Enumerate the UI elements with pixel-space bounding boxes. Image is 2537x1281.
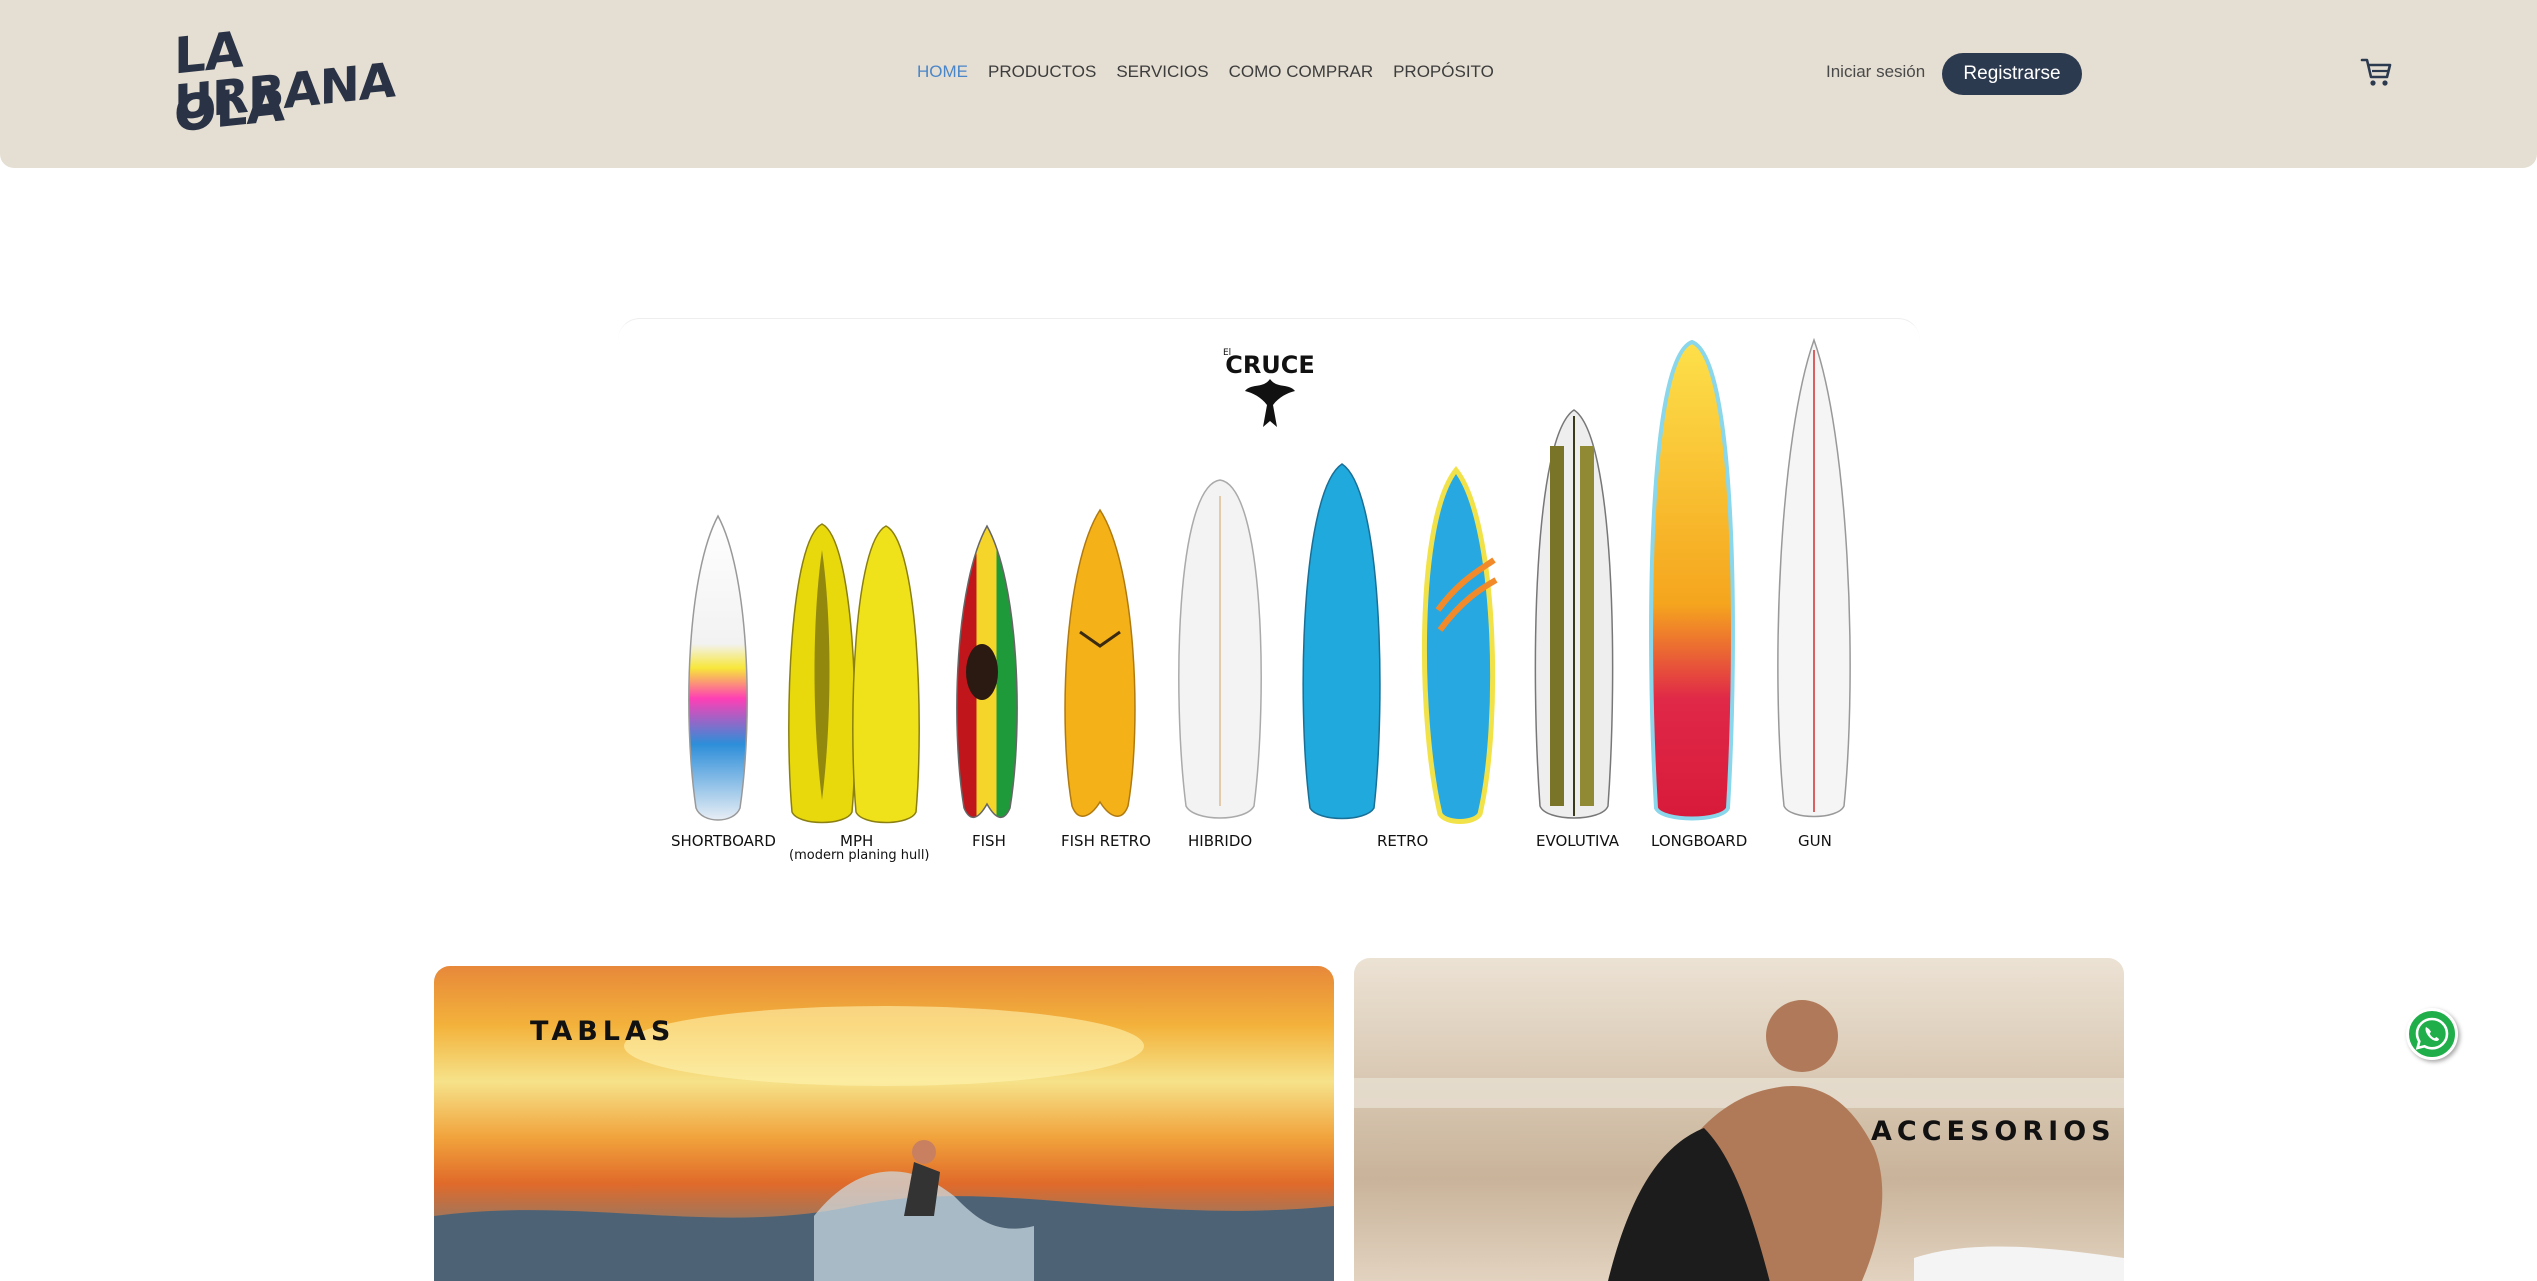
category-card-tablas[interactable]: TABLAS xyxy=(434,966,1334,1281)
board-gun[interactable] xyxy=(1768,336,1860,828)
whatsapp-icon xyxy=(2415,1017,2449,1050)
register-button[interactable]: Registrarse xyxy=(1942,53,2082,95)
nav-productos[interactable]: PRODUCTOS xyxy=(988,60,1096,84)
board-label-longboard: LONGBOARD xyxy=(1651,832,1748,850)
board-hibrido[interactable] xyxy=(1168,476,1272,828)
category-title-tablas: TABLAS xyxy=(530,1016,676,1047)
brand-logo[interactable]: LA OLA URBANA xyxy=(170,18,395,143)
board-evolutiva[interactable] xyxy=(1528,406,1620,828)
board-retro[interactable] xyxy=(1290,460,1516,828)
board-fish[interactable] xyxy=(946,522,1028,828)
cart-icon[interactable] xyxy=(2360,55,2394,89)
login-link[interactable]: Iniciar sesión xyxy=(1826,60,1925,84)
main-nav: HOME PRODUCTOS SERVICIOS COMO COMPRAR PR… xyxy=(917,60,1494,84)
nav-home[interactable]: HOME xyxy=(917,60,968,84)
board-shortboard[interactable] xyxy=(678,512,758,828)
nav-como-comprar[interactable]: COMO COMPRAR xyxy=(1229,60,1374,84)
nav-servicios[interactable]: SERVICIOS xyxy=(1116,60,1208,84)
board-label-retro: RETRO xyxy=(1377,832,1429,850)
board-mph[interactable] xyxy=(782,520,928,828)
cruce-logo-text: CRUCE xyxy=(1225,351,1315,379)
board-label-gun: GUN xyxy=(1798,832,1832,850)
board-fish-retro[interactable] xyxy=(1054,506,1146,828)
surfer-image xyxy=(434,1006,1334,1281)
board-label-fish: FISH xyxy=(972,832,1006,850)
site-header: LA OLA URBANA HOME PRODUCTOS SERVICIOS C… xyxy=(0,0,2537,168)
nav-proposito[interactable]: PROPÓSITO xyxy=(1393,60,1494,84)
board-label-shortboard: SHORTBOARD xyxy=(671,832,776,850)
board-label-fish-retro: FISH RETRO xyxy=(1061,832,1151,850)
cruce-logo: El CRUCE xyxy=(1223,348,1315,427)
category-title-accesorios: ACCESORIOS xyxy=(1871,1116,2116,1147)
board-label-hibrido: HIBRIDO xyxy=(1188,832,1253,850)
board-longboard[interactable] xyxy=(1644,338,1740,828)
board-label-evolutiva: EVOLUTIVA xyxy=(1536,832,1620,850)
board-sublabel-mph: (modern planing hull) xyxy=(789,848,930,863)
category-card-accesorios[interactable]: ACCESORIOS xyxy=(1354,958,2124,1281)
whatsapp-button[interactable] xyxy=(2406,1008,2458,1060)
